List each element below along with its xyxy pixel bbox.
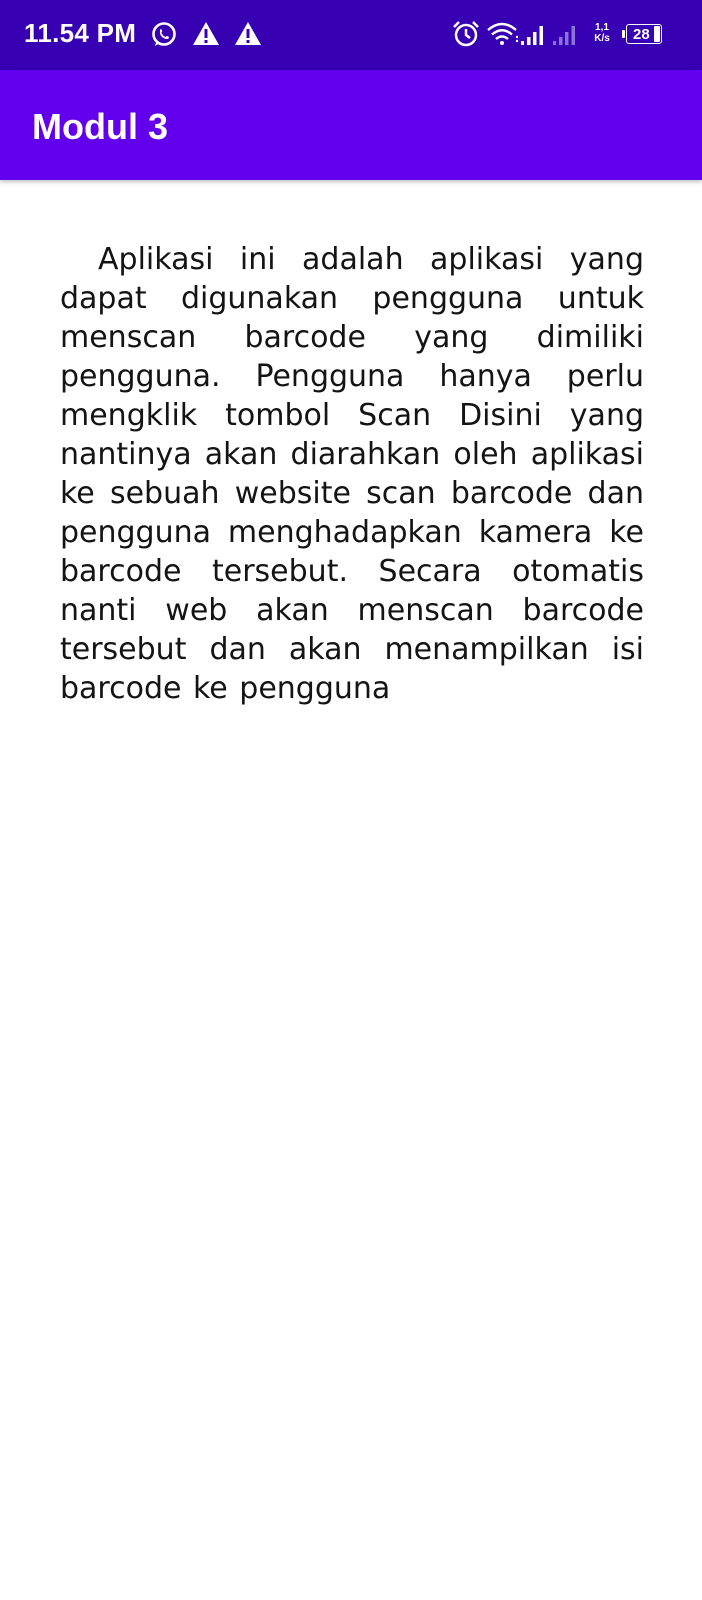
wifi-icon (487, 22, 519, 45)
battery-icon: 28 (622, 24, 664, 44)
network-speed-unit: K/s (594, 33, 610, 44)
status-time: 11.54 PM (24, 18, 137, 48)
status-bar: 11.54 PM 1,1 K/s 28 (0, 0, 702, 70)
warning-icon (235, 22, 261, 45)
description-text: Aplikasi ini adalah aplikasi yang dapat … (60, 242, 644, 706)
battery-level: 28 (633, 26, 650, 43)
signal-icon (553, 26, 575, 45)
alarm-icon (453, 21, 479, 47)
app-title: Modul 3 (32, 106, 168, 147)
signal-icon (521, 26, 543, 45)
network-speed-value: 1,1 (595, 22, 609, 33)
whatsapp-icon (152, 22, 176, 46)
warning-icon (193, 22, 219, 45)
app-bar: Modul 3 (0, 70, 702, 180)
network-speed: 1,1 K/s (590, 22, 614, 44)
